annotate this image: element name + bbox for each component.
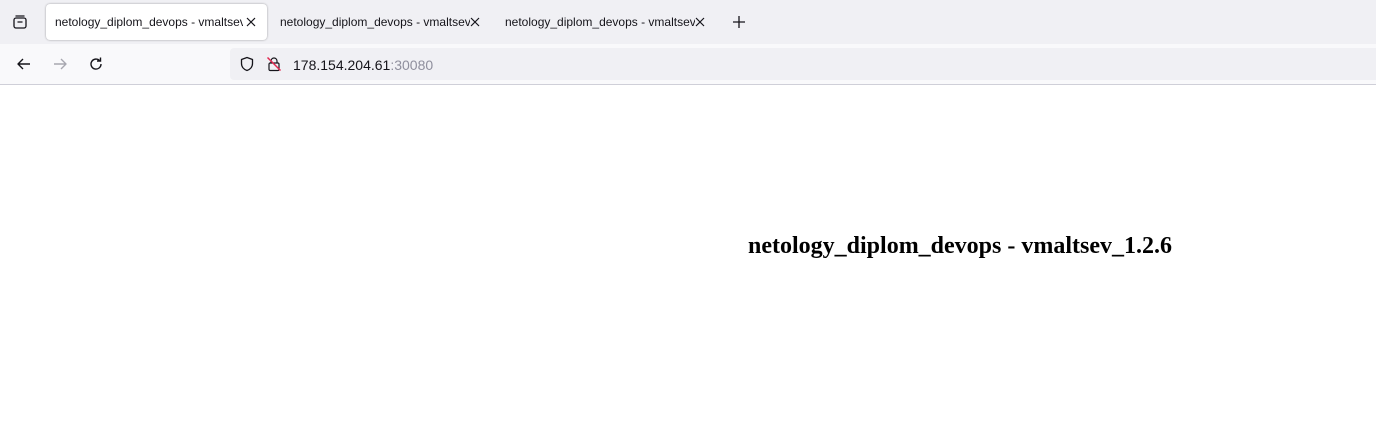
address-bar[interactable]: 178.154.204.61:30080 [230,48,1376,80]
navigation-toolbar: 178.154.204.61:30080 [0,44,1376,85]
tab-2[interactable]: netology_diplom_devops - vmaltsev_1.2.6 [271,4,491,40]
tab-3[interactable]: netology_diplom_devops - vmaltsev_1.2.6 [496,4,716,40]
tab-strip: netology_diplom_devops - vmaltsev_1.2.6 … [0,0,1376,44]
url-text[interactable]: 178.154.204.61:30080 [293,57,433,73]
plus-icon[interactable] [729,12,749,32]
close-icon[interactable] [692,14,708,30]
close-icon[interactable] [467,14,483,30]
tab-1[interactable]: netology_diplom_devops - vmaltsev_1.2.6 [46,4,267,40]
forward-arrow-icon[interactable] [50,54,70,74]
shield-icon[interactable] [239,56,255,72]
close-icon[interactable] [243,14,259,30]
tab-title: netology_diplom_devops - vmaltsev_1.2.6 [505,15,695,29]
page-heading: netology_diplom_devops - vmaltsev_1.2.6 [748,233,1173,259]
back-arrow-icon[interactable] [14,54,34,74]
tab-title: netology_diplom_devops - vmaltsev_1.2.6 [55,15,243,29]
tab-title: netology_diplom_devops - vmaltsev_1.2.6 [280,15,470,29]
page-content: netology_diplom_devops - vmaltsev_1.2.6 [0,85,1376,443]
url-host: 178.154.204.61 [293,57,391,73]
insecure-lock-icon[interactable] [266,56,282,72]
tab-overview-icon[interactable] [8,10,32,34]
url-port: :30080 [390,57,434,73]
reload-icon[interactable] [86,54,106,74]
